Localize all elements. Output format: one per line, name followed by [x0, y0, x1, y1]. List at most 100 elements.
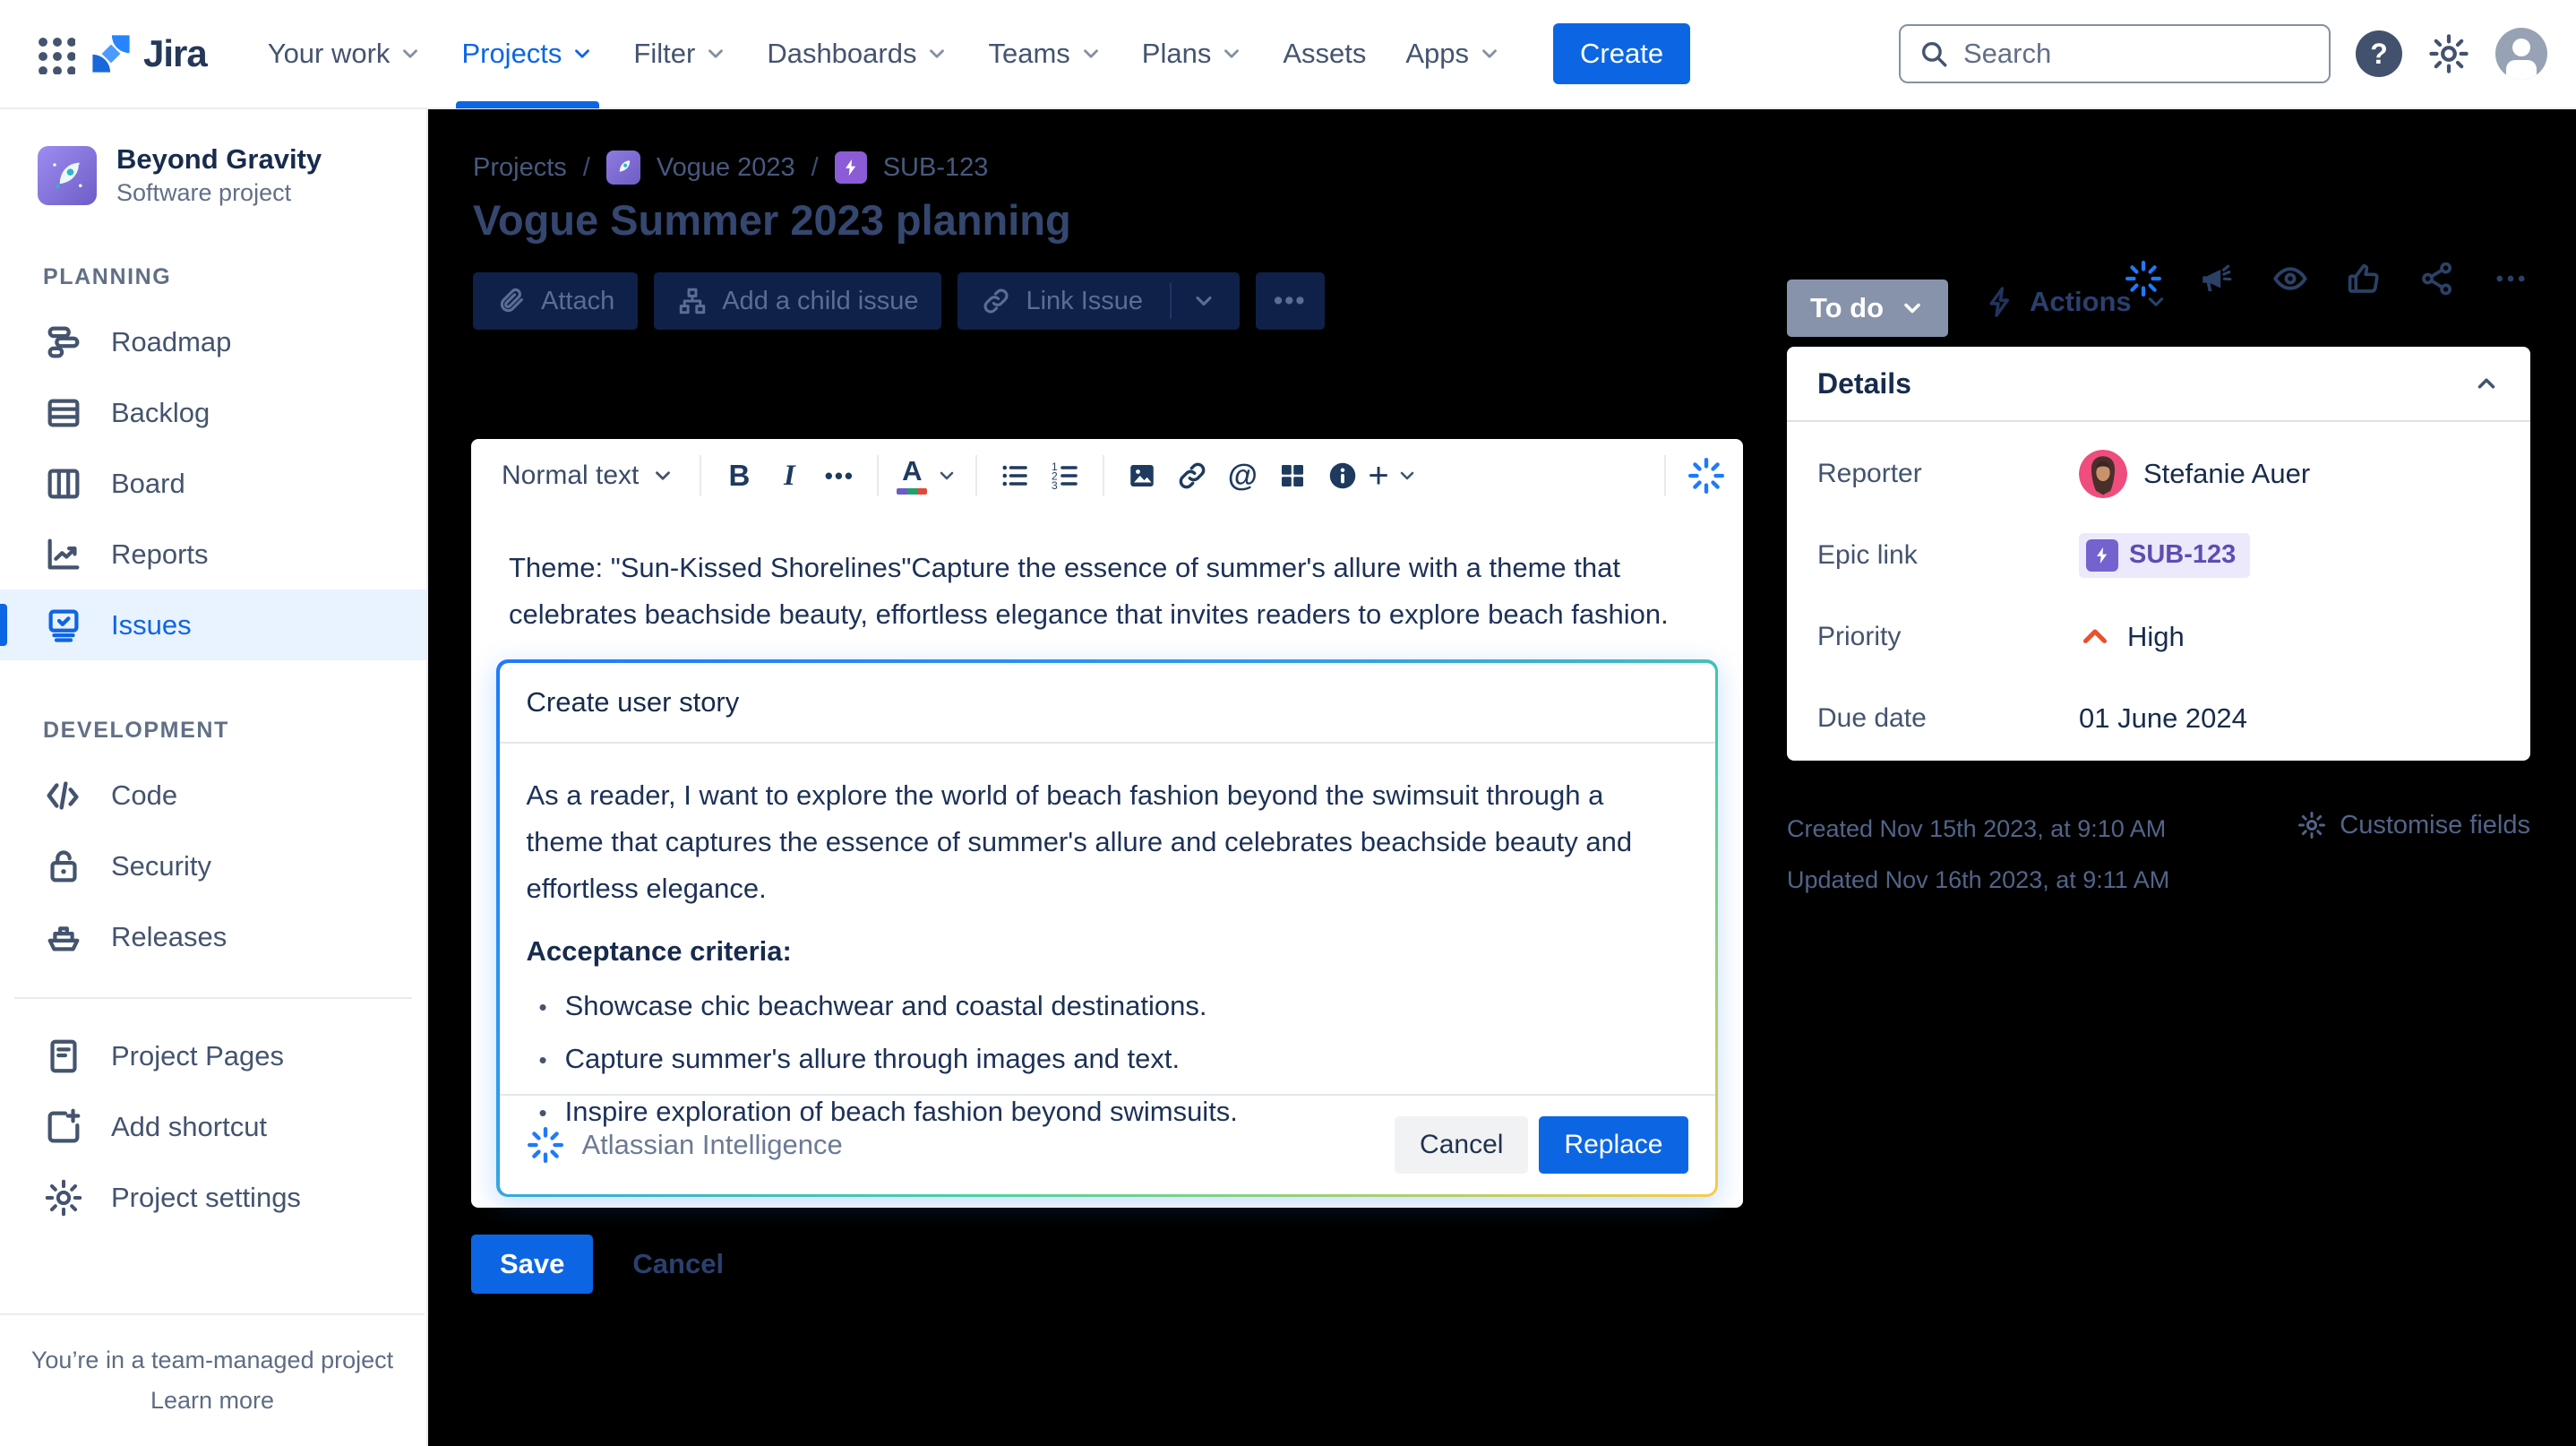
chevron-down-icon [1904, 303, 1920, 314]
nav-dashboards[interactable]: Dashboards [747, 0, 968, 108]
chevron-down-icon[interactable] [1191, 288, 1216, 314]
link-icon [984, 288, 1009, 314]
sidebar-item-add-shortcut[interactable]: Add shortcut [0, 1091, 426, 1162]
insert-more-button[interactable]: + [1368, 458, 1417, 494]
jira-logo[interactable]: Jira [88, 30, 208, 77]
ai-brand-label: Atlassian Intelligence [581, 1128, 843, 1160]
ai-cancel-button[interactable]: Cancel [1395, 1115, 1529, 1174]
text-color-button[interactable]: A [891, 457, 963, 495]
sidebar-item-code[interactable]: Code [0, 760, 426, 831]
mention-button[interactable]: @ [1217, 451, 1267, 501]
ai-sparkle-icon[interactable] [1687, 457, 1725, 495]
cancel-link[interactable]: Cancel [632, 1248, 724, 1280]
nav-apps[interactable]: Apps [1386, 0, 1521, 108]
sidebar-item-reports[interactable]: Reports [0, 519, 426, 590]
sidebar-item-project-pages[interactable]: Project Pages [0, 1020, 426, 1091]
sidebar-item-issues[interactable]: Issues [0, 590, 426, 660]
nav-plans[interactable]: Plans [1122, 0, 1264, 108]
sidebar-item-board[interactable]: Board [0, 448, 426, 519]
insert-link-button[interactable] [1167, 451, 1217, 501]
due-date-value[interactable]: 01 June 2024 [2079, 702, 2247, 735]
breadcrumb-issue[interactable]: SUB-123 [883, 153, 989, 183]
learn-more-link[interactable]: Learn more [150, 1387, 274, 1415]
customise-fields[interactable]: Customise fields [2255, 810, 2530, 840]
more-icon[interactable] [2492, 260, 2529, 297]
sidebar-item-roadmap[interactable]: Roadmap [0, 306, 426, 377]
insert-image-button[interactable] [1117, 451, 1167, 501]
details-rows: Reporter Stefanie Auer Epic link SUB-123… [1787, 422, 2530, 759]
bullet-list-button[interactable] [990, 451, 1040, 501]
nav-filter[interactable]: Filter [614, 0, 747, 108]
toolbar-ai-group [1652, 455, 1725, 496]
pages-icon [50, 1039, 77, 1072]
gear-icon [2298, 812, 2326, 839]
ai-replace-button[interactable]: Replace [1539, 1115, 1688, 1174]
text-style-dropdown[interactable]: Normal text [489, 460, 687, 491]
updated-timestamp: Updated Nov 16th 2023, at 9:11 AM [1787, 866, 2170, 893]
issue-action-bar: Attach Add a child issue Link Issue ••• [473, 272, 1325, 330]
toolbar-divider [1664, 455, 1666, 496]
info-panel-button[interactable] [1318, 451, 1368, 501]
breadcrumb-project[interactable]: Vogue 2023 [657, 153, 795, 183]
ai-prompt-input[interactable]: Create user story [499, 663, 1715, 744]
lock-icon [50, 849, 77, 882]
sidebar-footer: You’re in a team-managed project Learn m… [0, 1313, 425, 1446]
bold-button[interactable]: B [714, 451, 764, 501]
more-actions-button[interactable]: ••• [1256, 272, 1325, 330]
sidebar-item-project-settings[interactable]: Project settings [0, 1162, 426, 1233]
create-button[interactable]: Create [1553, 23, 1691, 84]
ai-actions: Cancel Replace [1395, 1115, 1688, 1174]
user-avatar[interactable] [2495, 28, 2547, 80]
insert-table-button[interactable] [1267, 451, 1318, 501]
nav-teams[interactable]: Teams [968, 0, 1121, 108]
chevron-down-icon [1482, 49, 1497, 58]
details-header[interactable]: Details [1787, 347, 2530, 422]
color-strip [897, 488, 928, 495]
italic-button[interactable]: I [764, 451, 814, 501]
add-child-issue-button[interactable]: Add a child issue [654, 272, 942, 330]
nav-assets[interactable]: Assets [1263, 0, 1386, 108]
sidebar-divider [14, 997, 412, 999]
sidebar-item-security[interactable]: Security [0, 831, 426, 901]
ai-sparkle-icon [527, 1126, 563, 1163]
project-header[interactable]: Beyond Gravity Software project [38, 143, 426, 207]
svg-text:3: 3 [1052, 479, 1058, 492]
watch-eye-icon[interactable] [2271, 260, 2309, 297]
reporter-label: Reporter [1817, 458, 1922, 488]
team-managed-note: You’re in a team-managed project [30, 1347, 394, 1373]
more-formatting-button[interactable]: ••• [814, 451, 864, 501]
breadcrumb-projects[interactable]: Projects [473, 153, 567, 183]
sidebar-item-backlog[interactable]: Backlog [0, 377, 426, 448]
priority-label: Priority [1817, 621, 1902, 651]
jira-app: Jira Your work Projects Filter Dashboard… [0, 0, 2576, 1446]
reports-icon [47, 538, 80, 569]
app-switcher-icon[interactable] [34, 33, 75, 74]
actions-menu[interactable]: Actions [1983, 285, 2168, 319]
description-text[interactable]: Theme: "Sun-Kissed Shorelines"Capture th… [509, 545, 1702, 638]
ai-story-text: As a reader, I want to explore the world… [526, 779, 1633, 904]
breadcrumb-separator: / [582, 152, 590, 182]
feedback-megaphone-icon[interactable] [2198, 260, 2236, 297]
save-button[interactable]: Save [471, 1235, 594, 1294]
chevron-up-icon[interactable] [2473, 370, 2500, 397]
numbered-list-button[interactable]: 123 [1040, 451, 1090, 501]
epic-icon [2086, 538, 2118, 572]
settings-gear-icon[interactable] [2427, 32, 2470, 75]
global-search[interactable] [1899, 24, 2331, 83]
search-input[interactable] [1963, 38, 2311, 70]
roadmap-icon [47, 326, 80, 357]
vote-thumbs-up-icon[interactable] [2345, 260, 2383, 297]
jira-logo-text: Jira [143, 32, 208, 74]
priority-value[interactable]: High [2079, 621, 2185, 653]
attach-button[interactable]: Attach [473, 272, 639, 330]
reporter-value[interactable]: Stefanie Auer [2079, 449, 2310, 498]
epic-link-badge[interactable]: SUB-123 [2079, 532, 2251, 578]
reporter-avatar [2079, 449, 2127, 498]
sidebar-item-releases[interactable]: Releases [0, 901, 426, 972]
share-icon[interactable] [2418, 260, 2456, 297]
nav-your-work[interactable]: Your work [248, 0, 442, 108]
help-icon[interactable]: ? [2356, 30, 2402, 77]
status-dropdown[interactable]: To do [1787, 280, 1949, 337]
link-issue-button[interactable]: Link Issue [957, 272, 1241, 330]
nav-projects[interactable]: Projects [442, 0, 614, 108]
